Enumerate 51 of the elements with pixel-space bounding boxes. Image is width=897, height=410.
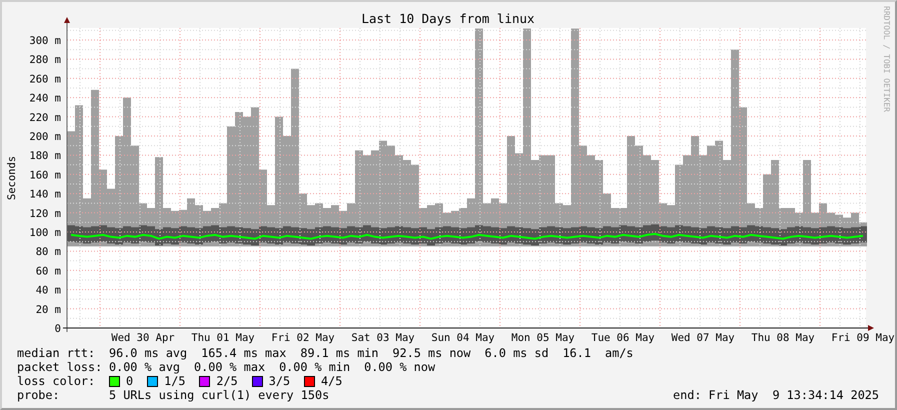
y-tick-label: 0 (54, 323, 61, 335)
probe-text: 5 URLs using curl(1) every 150s (109, 388, 330, 402)
legend-value: 96.0 ms avg (109, 346, 188, 360)
y-tick-label: 120 m (29, 208, 61, 220)
legend-value: am/s (605, 346, 634, 360)
y-tick-label: 80 m (36, 246, 61, 258)
y-tick-label: 280 m (29, 54, 61, 66)
chart-title: Last 10 Days from linux (361, 11, 535, 26)
legend-value: 6.0 ms sd (484, 346, 549, 360)
legend-value: 0 (126, 374, 134, 388)
legend-value: 165.4 ms max (201, 346, 286, 360)
legend-label: probe: (17, 388, 61, 402)
legend-value: 2/5 (216, 374, 238, 388)
legend-value: 4/5 (321, 374, 342, 388)
y-tick-label: 240 m (29, 92, 61, 105)
legend-value: 3/5 (268, 374, 290, 388)
x-tick-label: Fri 02 May (271, 332, 335, 344)
y-tick-label: 100 m (29, 227, 61, 239)
x-tick-label: Fri 09 May (831, 332, 895, 344)
y-tick-label: 180 m (29, 150, 61, 162)
x-tick-label: Tue 06 May (591, 332, 655, 344)
axis-title: Seconds (6, 156, 18, 200)
legend-label: median rtt: (17, 346, 96, 360)
legend-value: 16.1 (562, 346, 591, 360)
y-tick-label: 300 m (29, 35, 61, 47)
legend-value: 0.00 % avg (109, 360, 180, 374)
y-tick-label: 200 m (29, 131, 61, 143)
x-tick-label: Sun 04 May (431, 332, 495, 344)
y-tick-label: 20 m (36, 304, 61, 316)
y-tick-label: 260 m (29, 73, 61, 86)
end-time: end: Fri May 9 13:34:14 2025 (673, 388, 879, 402)
x-tick-label: Thu 08 May (751, 332, 815, 344)
x-tick-label: Wed 07 May (671, 332, 735, 344)
y-tick-label: 220 m (29, 112, 61, 124)
y-tick-label: 40 m (36, 284, 61, 297)
legend-value: 0.00 % max (194, 360, 266, 374)
legend-value: 0.00 % now (364, 360, 436, 374)
legend-value: 0.00 % min (279, 360, 350, 374)
legend-value: 92.5 ms now (392, 346, 471, 360)
y-tick-label: 140 m (29, 188, 61, 201)
x-tick-label: Wed 30 Apr (111, 332, 175, 344)
y-tick-label: 160 m (29, 169, 61, 182)
y-tick-label: 60 m (36, 265, 61, 278)
legend-label: loss color: (17, 374, 96, 388)
x-tick-label: Thu 01 May (191, 332, 255, 344)
x-tick-label: Mon 05 May (511, 332, 575, 344)
legend-value: 1/5 (164, 374, 186, 388)
legend-value: 89.1 ms min (300, 346, 379, 360)
watermark-text: RRDTOOL / TOBI OETIKER (882, 6, 891, 112)
x-tick-label: Sat 03 May (351, 332, 415, 344)
legend-label: packet loss: (17, 360, 104, 374)
